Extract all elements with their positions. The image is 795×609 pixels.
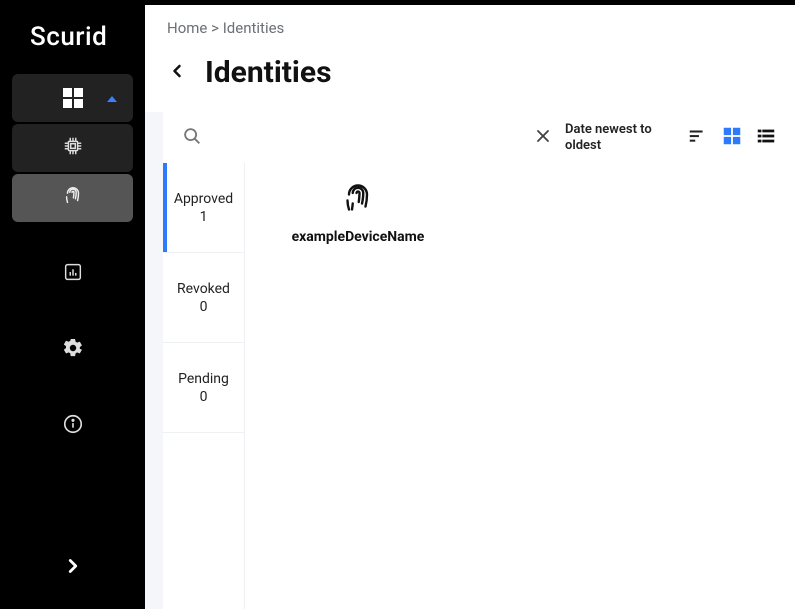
status-count: 0 xyxy=(200,389,208,405)
fingerprint-icon xyxy=(340,181,376,221)
sidebar-expand[interactable] xyxy=(0,535,145,609)
status-count: 0 xyxy=(200,299,208,315)
breadcrumb-sep: > xyxy=(211,19,219,37)
brand-title: Scurid xyxy=(0,12,145,72)
page-title-row: Identities xyxy=(145,45,795,112)
nav-analytics[interactable] xyxy=(12,250,133,298)
content-area: Date newest to oldest Approved 1 xyxy=(145,112,795,609)
status-approved[interactable]: Approved 1 xyxy=(163,163,244,253)
nav-devices[interactable] xyxy=(12,124,133,172)
breadcrumb: Home > Identities xyxy=(145,5,795,45)
status-pending[interactable]: Pending 0 xyxy=(163,343,244,433)
status-label: Pending xyxy=(178,371,229,387)
nav-group xyxy=(12,72,133,450)
sort-icon xyxy=(687,125,709,147)
status-label: Approved xyxy=(174,191,233,207)
view-grid-button[interactable] xyxy=(721,125,743,151)
chevron-right-icon xyxy=(62,555,84,581)
toolbar: Date newest to oldest xyxy=(163,112,795,163)
gear-icon xyxy=(62,337,84,363)
grid-icon xyxy=(721,125,743,147)
nav-info[interactable] xyxy=(12,402,133,450)
chevron-left-icon xyxy=(167,61,187,81)
main-content: Home > Identities Identities Date newest… xyxy=(145,0,795,609)
sort-label[interactable]: Date newest to oldest xyxy=(565,122,675,153)
status-count: 1 xyxy=(200,209,208,225)
chart-icon xyxy=(62,261,84,287)
search-input[interactable] xyxy=(215,123,521,152)
info-icon xyxy=(62,413,84,439)
dashboard-icon xyxy=(63,88,83,108)
status-label: Revoked xyxy=(177,281,230,297)
status-column: Approved 1 Revoked 0 Pending 0 xyxy=(163,163,245,609)
back-button[interactable] xyxy=(167,61,187,85)
breadcrumb-home[interactable]: Home xyxy=(167,19,207,37)
nav-dashboard[interactable] xyxy=(12,74,133,122)
page-title: Identities xyxy=(205,55,331,90)
breadcrumb-current: Identities xyxy=(223,19,285,37)
search-icon xyxy=(181,125,203,151)
identity-name: exampleDeviceName xyxy=(292,229,425,245)
chip-icon xyxy=(62,135,84,161)
nav-settings[interactable] xyxy=(12,326,133,374)
body-row: Approved 1 Revoked 0 Pending 0 xyxy=(163,163,795,609)
sort-button[interactable] xyxy=(687,125,709,151)
nav-identities[interactable] xyxy=(12,174,133,222)
status-revoked[interactable]: Revoked 0 xyxy=(163,253,244,343)
close-icon xyxy=(533,126,553,146)
identity-card[interactable]: exampleDeviceName xyxy=(263,181,453,245)
fingerprint-icon xyxy=(62,185,84,211)
view-list-button[interactable] xyxy=(755,125,777,151)
identity-cards: exampleDeviceName xyxy=(245,163,795,609)
sidebar: Scurid xyxy=(0,0,145,609)
clear-search-button[interactable] xyxy=(533,126,553,150)
list-icon xyxy=(755,125,777,147)
